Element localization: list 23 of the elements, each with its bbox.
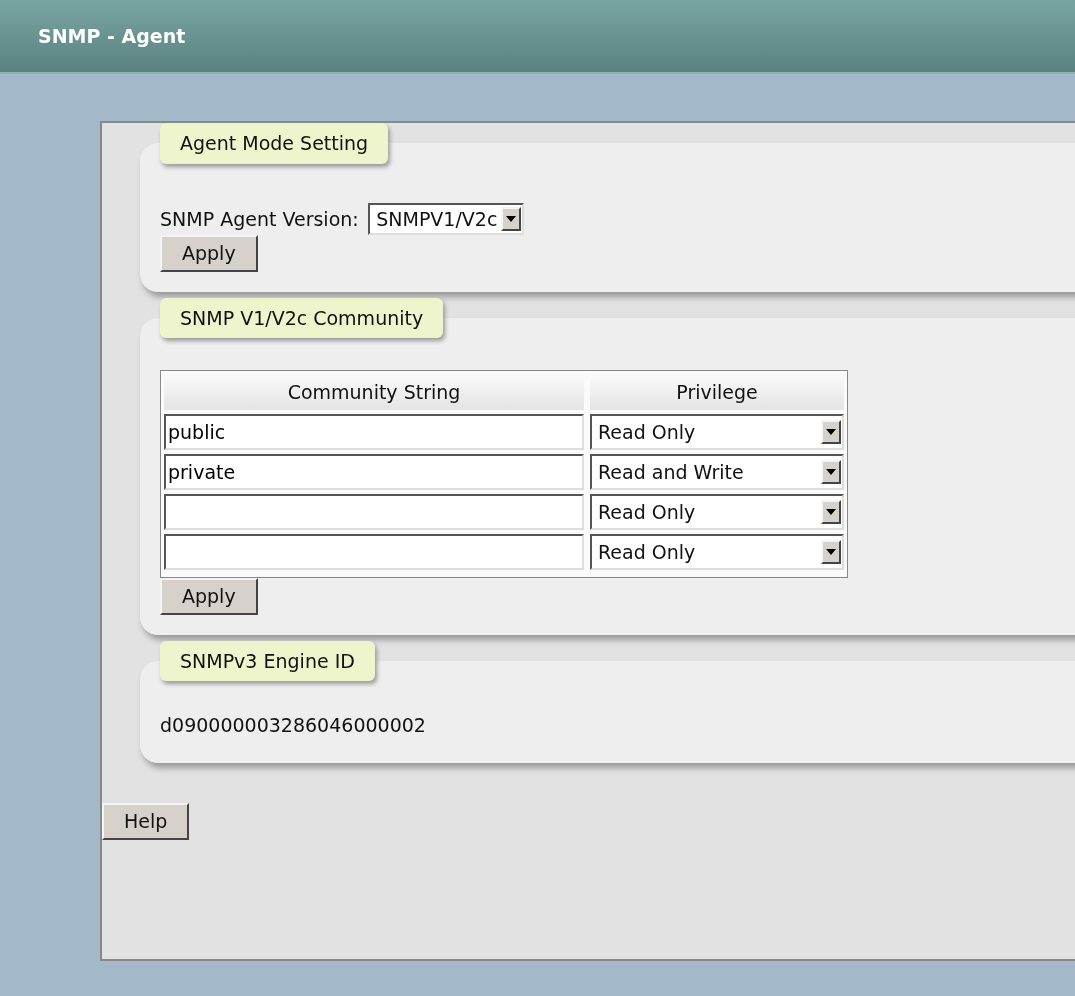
caret-icon	[826, 429, 836, 435]
caret-icon	[826, 549, 836, 555]
dropdown[interactable]: Read Only	[590, 534, 844, 570]
apply-button[interactable]: Apply	[160, 578, 258, 615]
section-legend: SNMPv3 Engine ID	[160, 640, 375, 681]
text-field[interactable]	[164, 494, 584, 530]
apply-button[interactable]: Apply	[160, 235, 258, 272]
page-title: SNMP - Agent	[38, 23, 186, 49]
text-field[interactable]	[164, 534, 584, 570]
text-field[interactable]: public	[164, 414, 584, 450]
dropdown[interactable]: Read and Write	[590, 454, 844, 490]
field-label: SNMP Agent Version:	[160, 206, 359, 232]
caret-icon	[506, 216, 517, 222]
dropdown[interactable]: Read Only	[590, 494, 844, 530]
section-legend: SNMP V1/V2c Community	[160, 297, 444, 338]
engine-id-value: d090000003286046000002	[160, 712, 427, 738]
section-legend: Agent Mode Setting	[160, 123, 389, 164]
help-button[interactable]: Help	[102, 803, 190, 840]
dropdown[interactable]: SNMPV1/V2c	[368, 203, 525, 235]
dropdown[interactable]: Read Only	[590, 414, 844, 450]
text-field[interactable]: private	[164, 454, 584, 490]
caret-icon	[826, 509, 836, 515]
caret-icon	[826, 469, 836, 475]
